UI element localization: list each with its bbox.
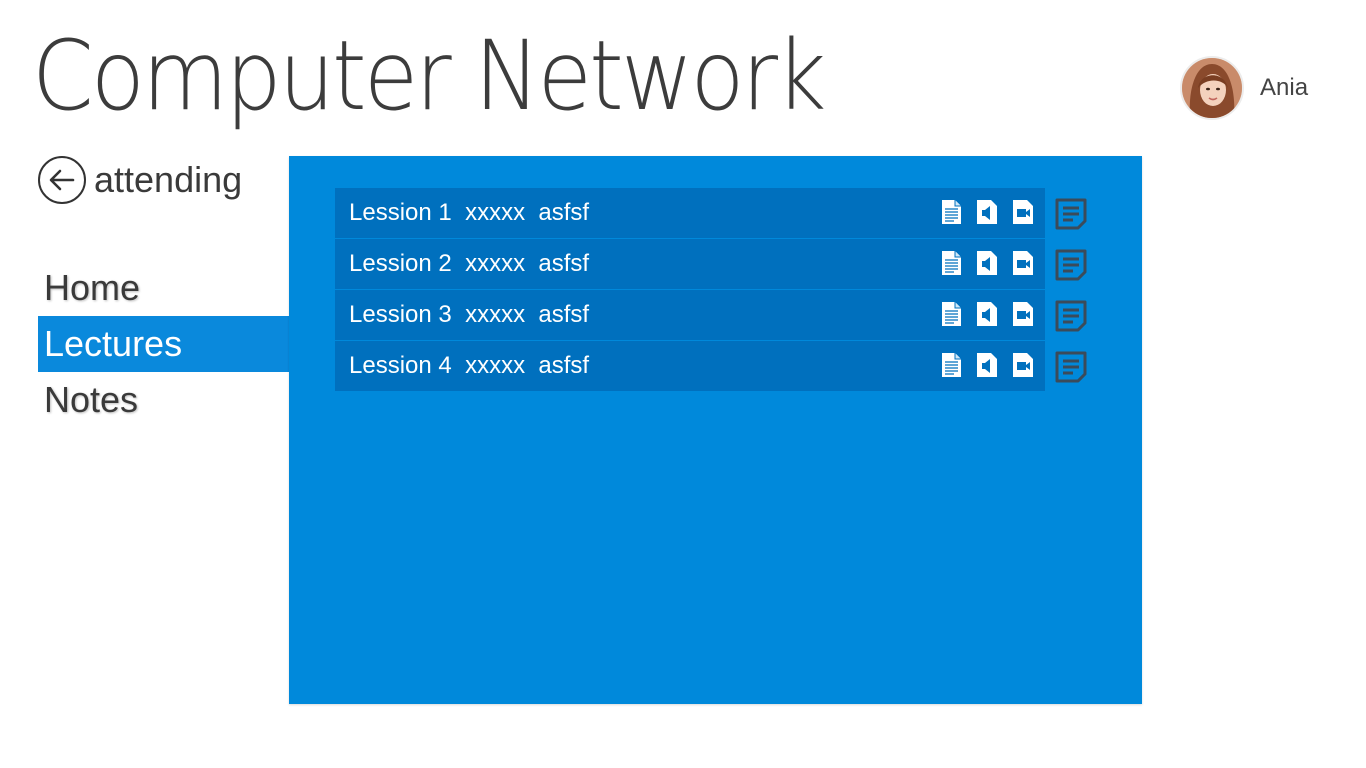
back-button[interactable]: attending (38, 156, 242, 204)
audio-icon[interactable] (973, 351, 1001, 379)
lesson-label: Lession 4 xxxxx asfsf (349, 352, 590, 379)
lesson-list: Lession 1 xxxxx asfsf Lession 2 xxxxx as… (335, 188, 1087, 392)
lesson-label: Lession 3 xxxxx asfsf (349, 301, 590, 328)
back-label: attending (94, 159, 243, 200)
page-title: Computer Network (32, 20, 826, 132)
nav-menu: Home Lectures Notes (38, 260, 289, 428)
lectures-panel: Lession 1 xxxxx asfsf Lession 2 xxxxx as… (289, 156, 1142, 704)
user-name: Ania (1260, 74, 1309, 101)
audio-icon[interactable] (973, 249, 1001, 277)
document-icon[interactable] (937, 351, 965, 379)
nav-item-lectures[interactable]: Lectures (38, 316, 289, 372)
note-icon[interactable] (1053, 350, 1089, 384)
note-icon[interactable] (1053, 248, 1089, 282)
avatar[interactable] (1180, 56, 1244, 120)
lesson-row[interactable]: Lession 1 xxxxx asfsf (335, 188, 1087, 238)
document-icon[interactable] (937, 249, 965, 277)
lesson-row[interactable]: Lession 4 xxxxx asfsf (335, 341, 1087, 391)
user-profile[interactable]: Ania (1180, 56, 1308, 120)
video-icon[interactable] (1009, 198, 1037, 226)
lesson-row[interactable]: Lession 3 xxxxx asfsf (335, 290, 1087, 340)
nav-item-home[interactable]: Home (38, 260, 289, 316)
video-icon[interactable] (1009, 300, 1037, 328)
lesson-label: Lession 2 xxxxx asfsf (349, 250, 590, 277)
note-icon[interactable] (1053, 299, 1089, 333)
arrow-left-circle-icon[interactable] (38, 156, 86, 204)
document-icon[interactable] (937, 300, 965, 328)
note-icon[interactable] (1053, 197, 1089, 231)
document-icon[interactable] (937, 198, 965, 226)
lesson-label: Lession 1 xxxxx asfsf (349, 199, 590, 226)
lesson-row[interactable]: Lession 2 xxxxx asfsf (335, 239, 1087, 289)
audio-icon[interactable] (973, 198, 1001, 226)
video-icon[interactable] (1009, 249, 1037, 277)
video-icon[interactable] (1009, 351, 1037, 379)
audio-icon[interactable] (973, 300, 1001, 328)
nav-item-notes[interactable]: Notes (38, 372, 289, 428)
